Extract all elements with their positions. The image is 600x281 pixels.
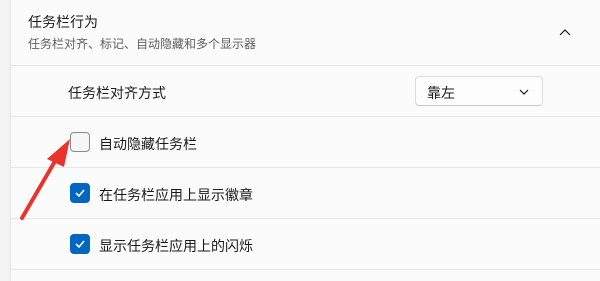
checkmark-icon — [75, 189, 85, 198]
chevron-down-icon — [519, 89, 529, 95]
alignment-selected-value: 靠左 — [427, 86, 455, 102]
checkmark-icon — [75, 240, 85, 249]
taskbar-behavior-card: 任务栏行为 任务栏对齐、标记、自动隐藏和多个显示器 任务栏对齐方式 靠左 自动隐… — [10, 0, 600, 281]
badges-checkbox[interactable] — [70, 183, 90, 203]
autohide-checkbox[interactable] — [70, 132, 90, 152]
section-title: 任务栏行为 — [28, 15, 98, 31]
flashing-checkbox[interactable] — [70, 234, 90, 254]
option-row-flashing[interactable]: 显示任务栏应用上的闪烁 — [11, 219, 600, 270]
collapse-button[interactable] — [553, 20, 577, 44]
option-row-badges[interactable]: 在任务栏应用上显示徽章 — [11, 168, 600, 219]
chevron-up-icon — [559, 29, 571, 36]
flashing-label: 显示任务栏应用上的闪烁 — [99, 239, 253, 255]
badges-label: 在任务栏应用上显示徽章 — [99, 188, 253, 204]
alignment-row: 任务栏对齐方式 靠左 — [11, 66, 600, 117]
alignment-dropdown[interactable]: 靠左 — [415, 76, 543, 106]
section-subtitle: 任务栏对齐、标记、自动隐藏和多个显示器 — [28, 37, 257, 51]
autohide-label: 自动隐藏任务栏 — [99, 137, 197, 153]
alignment-label: 任务栏对齐方式 — [68, 86, 166, 102]
section-header[interactable]: 任务栏行为 任务栏对齐、标记、自动隐藏和多个显示器 — [11, 0, 600, 66]
option-row-autohide[interactable]: 自动隐藏任务栏 — [11, 117, 600, 168]
